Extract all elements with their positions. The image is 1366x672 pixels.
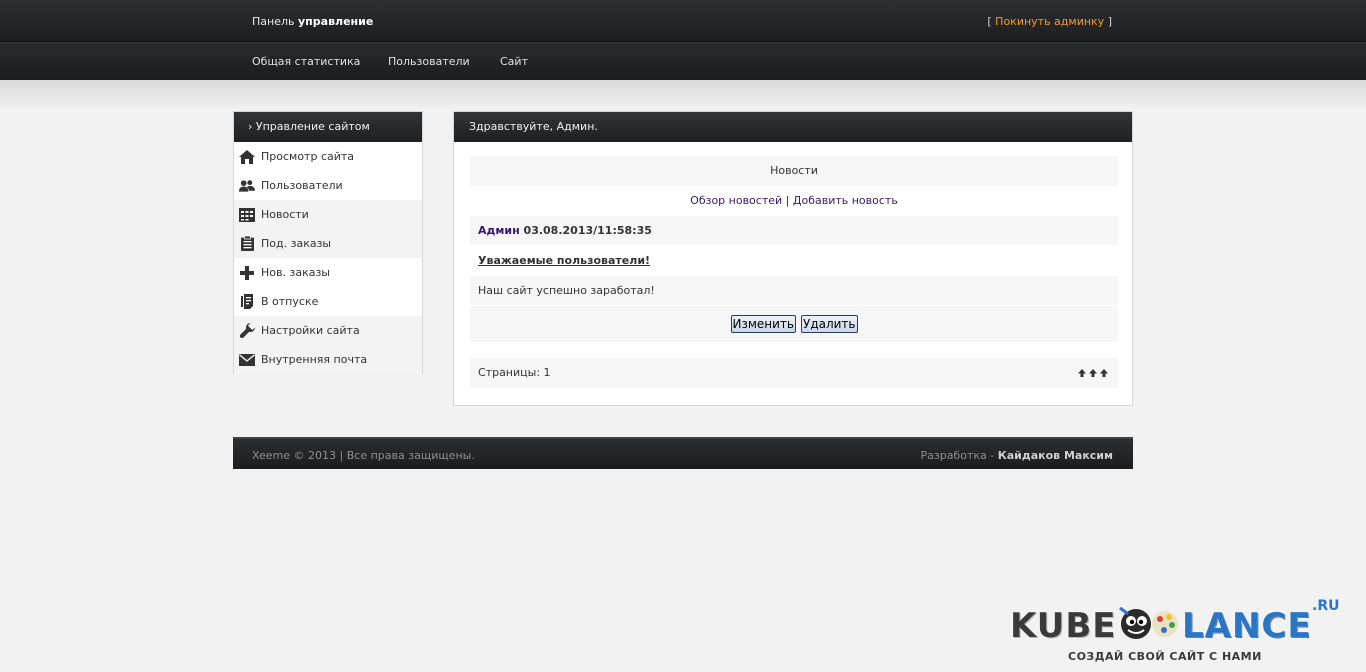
developer-prefix: Разработка - [920, 449, 998, 462]
sidebar-item-internal-mail[interactable]: Внутренняя почта [234, 345, 422, 374]
home-icon [239, 149, 255, 165]
watermark-logo: KUBE LANCE .RU СОЗДАЙ СВОЙ САЙТ С НАМИ [1006, 598, 1346, 668]
section-title: Новости [470, 156, 1118, 186]
nav-item-site[interactable]: Сайт [500, 55, 528, 68]
links-separator: | [782, 194, 793, 207]
exit-bracket-open: [ [987, 15, 992, 28]
plus-icon [239, 265, 255, 281]
top-bar: Панель управление [ Покинуть админку ] [0, 0, 1366, 42]
delete-button[interactable]: Удалить [801, 315, 858, 333]
sidebar-item-site-settings[interactable]: Настройки сайта [234, 316, 422, 345]
arrow-up-icon[interactable] [1078, 369, 1086, 377]
post-meta: Админ 03.08.2013/11:58:35 [470, 216, 1118, 245]
edit-button[interactable]: Изменить [730, 315, 796, 333]
post-body: Наш сайт успешно заработал! [470, 276, 1118, 305]
arrow-up-icon[interactable] [1089, 369, 1097, 377]
main-panel: Здравствуйте, Админ. Новости Обзор новос… [453, 111, 1133, 406]
footer: Xeeme © 2013 | Все права защищены. Разра… [233, 437, 1133, 469]
panel-title-bold: управление [298, 15, 374, 28]
document-icon [239, 294, 255, 310]
header-shadow [0, 80, 1366, 110]
pages-label: Страницы: 1 [478, 366, 551, 379]
post-author: Админ [478, 224, 520, 237]
exit-admin-link[interactable]: Покинуть админку [995, 15, 1104, 28]
logo-tld: .RU [1312, 598, 1340, 614]
main-nav [0, 42, 1366, 80]
post-datetime: 03.08.2013/11:58:35 [523, 224, 652, 237]
sidebar-item-news[interactable]: Новости [234, 200, 422, 229]
sidebar-item-users[interactable]: Пользователи [234, 171, 422, 200]
sidebar-item-label: Внутренняя почта [261, 353, 368, 366]
sidebar-item-label: Пользователи [261, 179, 343, 192]
sidebar-title: › Управление сайтом [234, 112, 422, 142]
clipboard-icon [239, 236, 255, 252]
wrench-icon [239, 323, 255, 339]
panel-title-prefix: Панель [252, 15, 295, 28]
logo-word-right: LANCE [1182, 606, 1312, 646]
sidebar-item-view-site[interactable]: Просмотр сайта [234, 142, 422, 171]
exit-admin: [ Покинуть админку ] [987, 15, 1112, 28]
mascot-icon [1119, 606, 1178, 639]
developer-name: Кайдаков Максим [997, 449, 1113, 462]
news-links: Обзор новостей | Добавить новость [470, 191, 1118, 211]
developer-credit: Разработка - Кайдаков Максим [920, 449, 1113, 462]
nav-item-statistics[interactable]: Общая статистика [252, 55, 360, 68]
panel-title: Панель управление [252, 15, 373, 28]
sidebar-item-label: Нов. заказы [261, 266, 330, 279]
sidebar-item-label: Просмотр сайта [261, 150, 355, 163]
post-subject-link[interactable]: Уважаемые пользователи! [478, 254, 650, 267]
sidebar: › Управление сайтом Просмотр сайта Польз… [233, 111, 423, 374]
add-news-link[interactable]: Добавить новость [793, 194, 898, 207]
users-icon [239, 178, 255, 194]
news-overview-link[interactable]: Обзор новостей [690, 194, 782, 207]
sidebar-item-label: Под. заказы [261, 237, 332, 250]
logo-slogan: СОЗДАЙ СВОЙ САЙТ С НАМИ [1068, 650, 1262, 663]
logo-word-left: KUBE [1010, 606, 1117, 646]
sidebar-item-label: В отпуске [261, 295, 319, 308]
news-icon [239, 207, 255, 223]
sidebar-item-new-orders[interactable]: Нов. заказы [234, 258, 422, 287]
exit-bracket-close: ] [1107, 15, 1112, 28]
copyright: Xeeme © 2013 | Все права защищены. [252, 449, 475, 462]
sidebar-item-label: Настройки сайта [261, 324, 360, 337]
post-subject: Уважаемые пользователи! [470, 246, 1118, 275]
sidebar-item-pending-orders[interactable]: Под. заказы [234, 229, 422, 258]
scroll-top-arrows [1078, 358, 1108, 388]
nav-item-users[interactable]: Пользователи [388, 55, 470, 68]
sidebar-item-on-vacation[interactable]: В отпуске [234, 287, 422, 316]
post-actions: Изменить Удалить [470, 306, 1118, 342]
mail-icon [239, 352, 255, 368]
greeting: Здравствуйте, Админ. [454, 112, 1132, 142]
arrow-up-icon[interactable] [1100, 369, 1108, 377]
sidebar-item-label: Новости [261, 208, 309, 221]
pagination: Страницы: 1 [470, 358, 1118, 388]
